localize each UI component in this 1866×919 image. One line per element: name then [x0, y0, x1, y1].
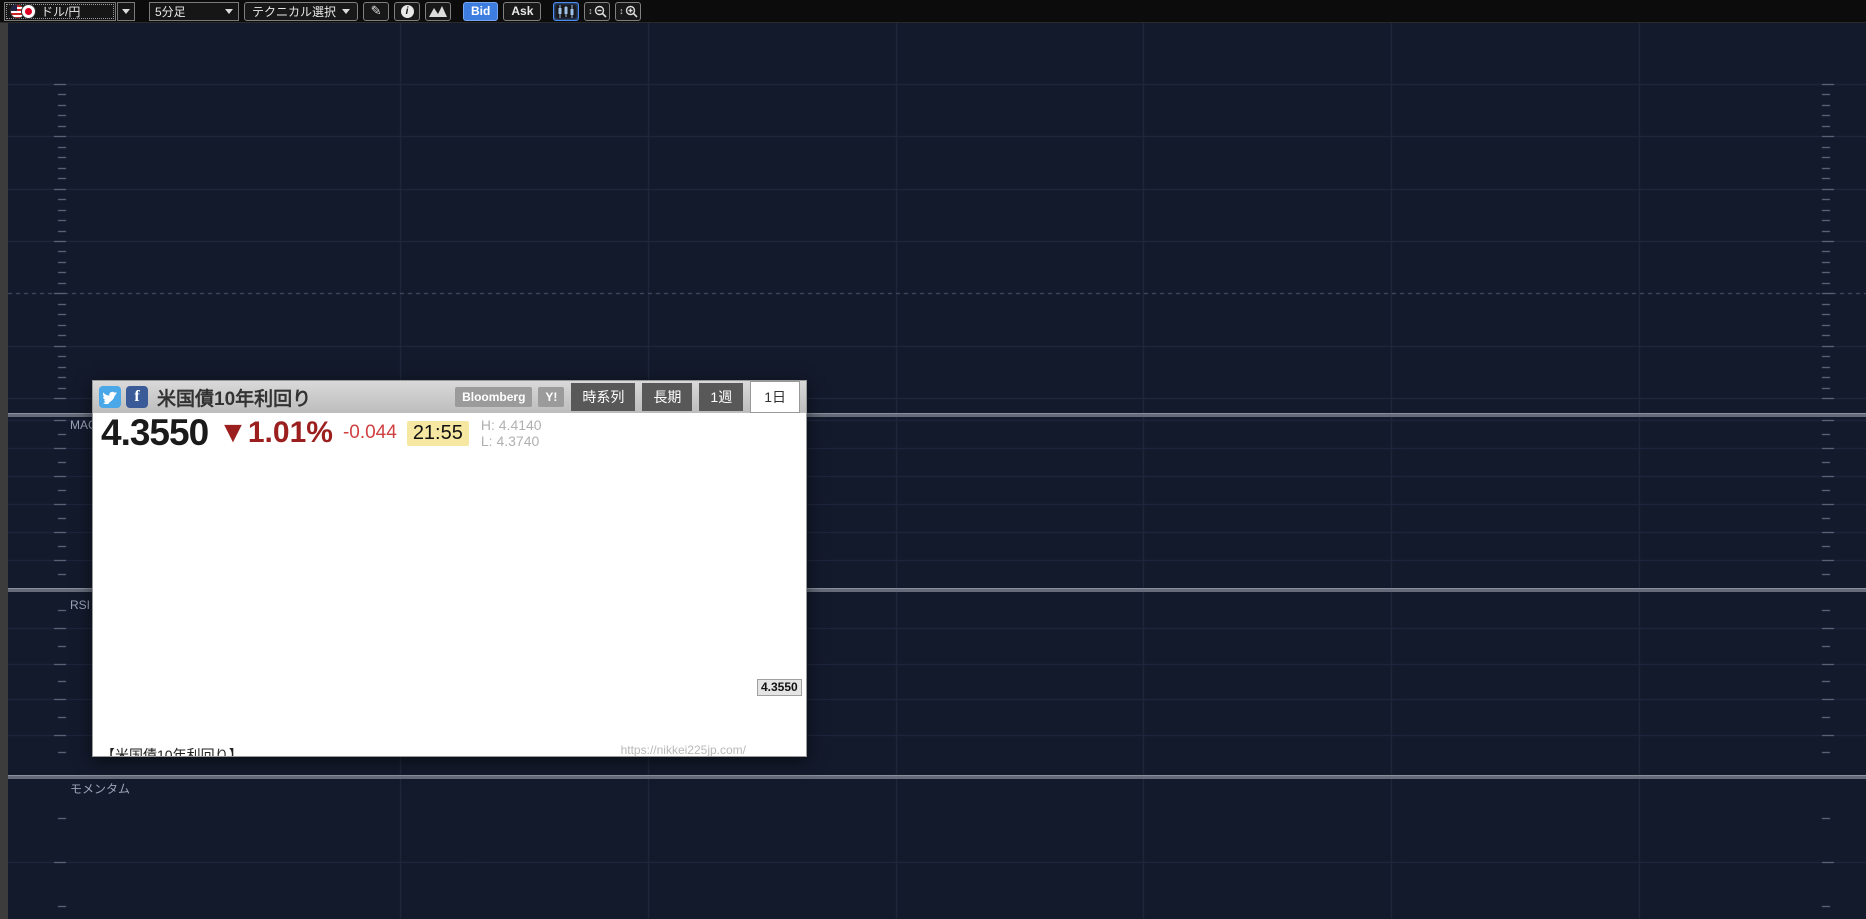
bid-button[interactable]: Bid	[463, 2, 498, 21]
popup-title: 米国債10年利回り	[157, 384, 311, 411]
tab-one-day[interactable]: 1日	[750, 381, 800, 413]
yield-chart-area: 4.3550 【米国債10年利回り】 https://nikkei225jp.c…	[93, 453, 806, 756]
last-value-tag: 4.3550	[757, 679, 802, 696]
chevron-down-icon	[342, 9, 350, 14]
timeframe-select[interactable]: 5分足	[149, 2, 239, 21]
facebook-icon[interactable]: f	[126, 386, 148, 408]
yield-high-low: H: 4.4140 L: 4.3740	[481, 417, 542, 449]
fx-chart-app: ドル/円 5分足 テクニカル選択 ✎ i Bid Ask	[0, 0, 1866, 919]
yield-quote-time: 21:55	[407, 421, 469, 446]
tab-long-term[interactable]: 長期	[642, 383, 692, 411]
jp-flag-icon	[21, 4, 36, 19]
tab-one-week[interactable]: 1週	[699, 383, 743, 411]
yield-high: H: 4.4140	[481, 417, 542, 433]
chevron-down-icon	[225, 9, 233, 14]
draw-pencil-button[interactable]: ✎	[363, 2, 389, 21]
technical-select-button[interactable]: テクニカル選択	[244, 2, 358, 21]
currency-pair-select[interactable]: ドル/円	[4, 2, 116, 21]
treasury-yield-popup: f 米国債10年利回り Bloomberg Y! 時系列 長期 1週 1日 4.…	[92, 380, 807, 757]
popup-titlebar: f 米国債10年利回り Bloomberg Y! 時系列 長期 1週 1日	[93, 381, 806, 413]
yield-change: -0.044	[343, 422, 397, 444]
area-chart-mode-button[interactable]	[425, 2, 451, 21]
timeframe-label: 5分足	[155, 3, 186, 20]
zoom-out-icon	[594, 5, 607, 18]
chevron-down-icon	[122, 9, 130, 14]
vertical-arrows-icon: ↕	[588, 6, 593, 16]
yield-chart-canvas	[93, 453, 806, 725]
pair-dropdown-button[interactable]	[117, 2, 135, 21]
panel-divider	[0, 775, 1866, 779]
zoom-in-icon	[625, 5, 638, 18]
yield-change-percent: ▼1.01%	[218, 416, 333, 450]
toolbar: ドル/円 5分足 テクニカル選択 ✎ i Bid Ask	[0, 0, 1866, 23]
technical-select-label: テクニカル選択	[252, 3, 336, 20]
yield-value: 4.3550	[101, 412, 208, 454]
mountain-chart-icon	[429, 5, 447, 17]
yahoo-button[interactable]: Y!	[538, 387, 564, 407]
zoom-in-button[interactable]: ↕	[615, 2, 641, 21]
popup-value-row: 4.3550 ▼1.01% -0.044 21:55 H: 4.4140 L: …	[93, 413, 806, 453]
popup-footer-title: 【米国債10年利回り】	[101, 745, 243, 757]
left-edge-strip	[0, 22, 8, 919]
currency-pair-label: ドル/円	[41, 3, 80, 20]
ask-button[interactable]: Ask	[503, 2, 541, 21]
popup-footer-url[interactable]: https://nikkei225jp.com/	[621, 743, 746, 757]
twitter-icon[interactable]	[99, 386, 121, 408]
info-icon: i	[401, 5, 414, 18]
candle-chart-mode-button[interactable]	[553, 2, 579, 21]
yield-low: L: 4.3740	[481, 433, 542, 449]
tab-time-series[interactable]: 時系列	[571, 383, 635, 411]
info-button[interactable]: i	[394, 2, 420, 21]
candlestick-chart-icon	[558, 5, 574, 18]
bloomberg-button[interactable]: Bloomberg	[455, 387, 532, 407]
zoom-out-button[interactable]: ↕	[584, 2, 610, 21]
pencil-icon: ✎	[371, 3, 382, 19]
vertical-arrows-icon: ↕	[619, 6, 624, 16]
